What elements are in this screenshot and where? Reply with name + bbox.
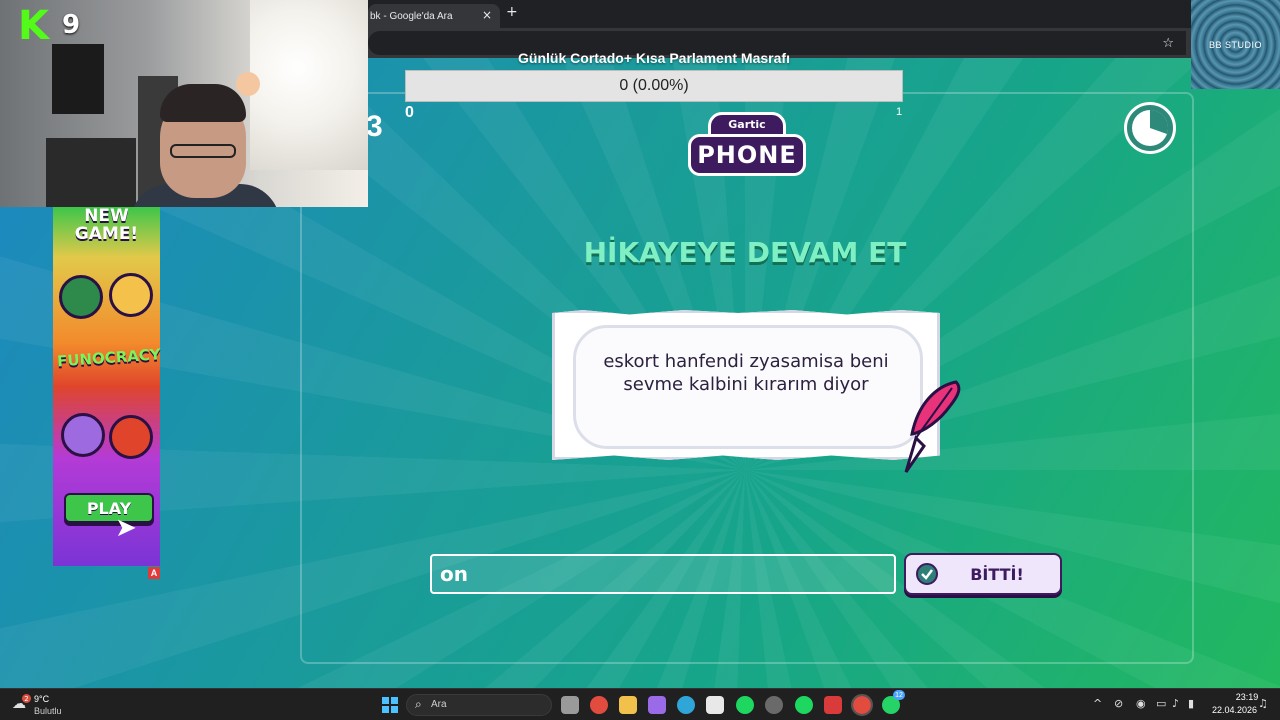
done-button-label: BİTTİ! xyxy=(970,564,1024,584)
ad-headline-line2: GAME! xyxy=(74,224,139,244)
ad-headline: NEW GAME! xyxy=(53,207,160,243)
corner-overlay: BB STUDIO xyxy=(1191,0,1280,89)
cost-value: 0 (0.00%) xyxy=(619,77,689,94)
answer-input[interactable] xyxy=(430,554,896,594)
tray-network-icon[interactable]: ⊘ xyxy=(1114,697,1123,710)
weather-temp: 9°C xyxy=(34,694,50,704)
webcam-overlay: K 9 xyxy=(0,0,368,207)
cost-title: Günlük Cortado+ Kısa Parlament Masrafı xyxy=(518,50,790,66)
taskbar-search[interactable]: ⌕ Ara xyxy=(406,694,552,716)
browser-tab[interactable]: bk - Google'da Ara × xyxy=(368,4,500,28)
timer-pie-icon xyxy=(1132,109,1169,146)
battery-icon[interactable]: ▮ xyxy=(1188,697,1194,710)
kick-logo-icon: K xyxy=(18,3,49,49)
taskbar-date[interactable]: 22.04.2026 xyxy=(1212,705,1257,715)
bearded-face-icon xyxy=(61,413,105,457)
search-label: Ara xyxy=(431,699,447,710)
logo-main-text: PHONE xyxy=(688,134,806,176)
check-icon xyxy=(916,563,938,585)
bookmark-star-icon[interactable]: ☆ xyxy=(1162,36,1174,51)
webcam-tv xyxy=(52,44,104,114)
weather-widget[interactable]: ☁ 2 9°C Bulutlu xyxy=(12,693,82,719)
cost-min-label: 0 xyxy=(405,104,414,121)
ad-brand: FUNOCRACY xyxy=(56,345,162,371)
whatsapp-badge: 12 xyxy=(893,690,905,700)
chrome-icon[interactable] xyxy=(590,696,608,714)
store-icon[interactable] xyxy=(706,696,724,714)
round-counter: 3 xyxy=(366,110,383,143)
windows-start-icon[interactable] xyxy=(382,697,398,713)
cost-progress-bar: 0 (0.00%) xyxy=(405,70,903,102)
microphone-icon[interactable]: ◉ xyxy=(1136,697,1146,710)
ad-play-button[interactable]: PLAY xyxy=(64,493,154,523)
new-tab-button[interactable]: + xyxy=(506,4,518,20)
chrome-active-icon[interactable] xyxy=(851,694,873,716)
spotify-icon[interactable] xyxy=(736,696,754,714)
webcam-person xyxy=(120,84,280,207)
quill-pen-icon xyxy=(904,380,961,473)
close-tab-icon[interactable]: × xyxy=(482,8,492,22)
story-text: eskort hanfendi zyasamisa beni sevme kal… xyxy=(603,351,889,395)
done-button[interactable]: BİTTİ! xyxy=(904,553,1062,595)
kick-viewer-count: 9 xyxy=(62,10,81,40)
display-icon[interactable]: ▭ xyxy=(1156,697,1166,710)
person-glasses xyxy=(170,144,236,158)
copilot-icon[interactable] xyxy=(648,696,666,714)
thumbs-up-icon xyxy=(59,275,103,319)
notification-bell-icon[interactable]: ♫ xyxy=(1258,697,1268,710)
corner-overlay-label: BB STUDIO xyxy=(1208,39,1262,50)
browser-tabbar: bk - Google'da Ara × + xyxy=(368,0,1192,28)
gartic-phone-logo: Gartic PHONE xyxy=(686,112,808,186)
file-explorer-icon[interactable] xyxy=(619,696,637,714)
pointer-cursor-icon: ➤ xyxy=(115,513,137,543)
blonde-face-icon xyxy=(109,273,153,317)
tray-chevron-up-icon[interactable]: ^ xyxy=(1093,697,1102,710)
sidebar-ad[interactable]: NEW GAME! FUNOCRACY PLAY ➤ xyxy=(53,207,162,566)
spotify-second-icon[interactable] xyxy=(795,696,813,714)
weather-desc: Bulutlu xyxy=(34,706,62,716)
taskbar: ☁ 2 9°C Bulutlu ⌕ Ara 12 ^ ⊘ ◉ ▭ ♪ ▮ 23:… xyxy=(0,688,1280,720)
volume-icon[interactable]: ♪ xyxy=(1172,697,1179,710)
person-hair xyxy=(160,84,246,122)
ad-headline-line1: NEW xyxy=(84,206,129,226)
page-title: HİKAYEYE DEVAM ET xyxy=(583,236,907,269)
ad-choices-badge[interactable]: A xyxy=(148,567,160,579)
edge-icon[interactable] xyxy=(677,696,695,714)
search-icon: ⌕ xyxy=(415,697,422,711)
cost-max-label: 1 xyxy=(896,106,903,118)
recording-app-icon[interactable] xyxy=(824,696,842,714)
browser-tab-title: bk - Google'da Ara xyxy=(370,11,453,22)
angry-face-icon xyxy=(109,415,153,459)
weather-badge: 2 xyxy=(22,694,31,703)
logo-small-text: Gartic xyxy=(728,118,766,131)
timer-clock-icon xyxy=(1124,102,1176,154)
clock-app-icon[interactable] xyxy=(765,696,783,714)
task-view-icon[interactable] xyxy=(561,696,579,714)
